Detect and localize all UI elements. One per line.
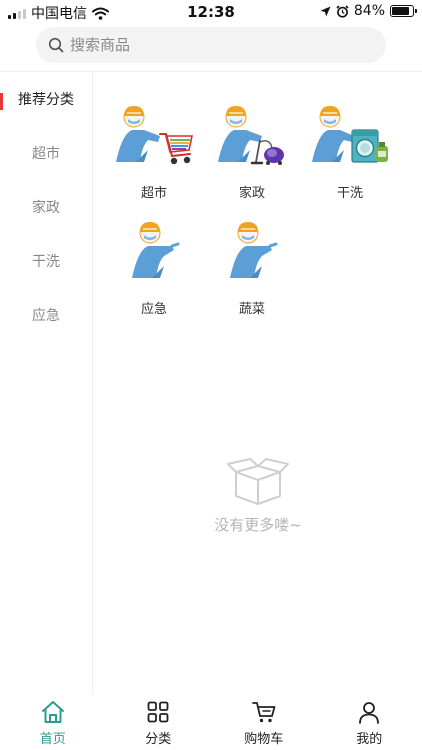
delivery-person-washer-icon: [312, 106, 388, 163]
sidebar-item-label: 应急: [32, 308, 60, 324]
battery-level: [392, 7, 409, 15]
category-item-vegetables[interactable]: 蔬菜: [203, 216, 301, 332]
tab-label: 购物车: [244, 732, 284, 747]
status-right: 84%: [320, 3, 417, 19]
sidebar-item-label: 超市: [32, 146, 60, 162]
category-grid: 超市 家政 干洗 应急 蔬菜: [105, 100, 405, 332]
empty-state-text: 没有更多喽~: [214, 516, 302, 534]
category-label: 蔬菜: [238, 302, 265, 317]
category-item-emergency[interactable]: 应急: [105, 216, 203, 332]
search-input[interactable]: [70, 36, 360, 54]
sidebar-item-label: 推荐分类: [18, 92, 74, 108]
status-bar: 中国电信 12:38 84%: [0, 0, 422, 24]
category-label: 干洗: [336, 186, 363, 201]
alarm-clock-icon: [336, 4, 349, 18]
tab-cart[interactable]: 购物车: [211, 694, 317, 750]
category-label: 家政: [238, 186, 265, 201]
user-icon: [359, 702, 380, 724]
tab-category[interactable]: 分类: [106, 694, 212, 750]
category-sidebar: 推荐分类 超市 家政 干洗 应急: [0, 72, 93, 694]
tab-label: 首页: [39, 732, 66, 747]
category-content: 超市 家政 干洗 应急 蔬菜 没有更多喽~: [94, 72, 422, 694]
delivery-person-vacuum-icon: [218, 106, 284, 165]
empty-box-icon: [227, 458, 289, 505]
sidebar-item-label: 家政: [32, 200, 60, 216]
delivery-person-cart-icon: [116, 106, 193, 165]
search-icon: [48, 37, 64, 53]
delivery-person-icon: [230, 222, 278, 278]
bottom-tab-bar: 首页 分类 购物车 我的: [0, 694, 422, 750]
battery-percent: 84%: [353, 3, 385, 19]
cart-icon: [251, 702, 276, 723]
delivery-person-icon: [132, 222, 180, 278]
tab-profile[interactable]: 我的: [317, 694, 422, 750]
sidebar-item-label: 干洗: [32, 254, 60, 270]
category-item-housekeeping[interactable]: 家政: [203, 100, 301, 216]
location-arrow-icon: [320, 6, 331, 16]
home-icon: [41, 701, 64, 723]
empty-state: 没有更多喽~: [94, 458, 422, 535]
category-item-supermarket[interactable]: 超市: [105, 100, 203, 216]
sidebar-item-emergency[interactable]: 应急: [0, 288, 92, 342]
grid-icon: [147, 701, 169, 723]
tab-label: 我的: [356, 732, 383, 747]
category-item-dry-cleaning[interactable]: 干洗: [301, 100, 399, 216]
sidebar-item-dry-cleaning[interactable]: 干洗: [0, 234, 92, 288]
tab-home[interactable]: 首页: [0, 694, 106, 750]
sidebar-item-housekeeping[interactable]: 家政: [0, 180, 92, 234]
tab-label: 分类: [145, 732, 172, 747]
sidebar-item-supermarket[interactable]: 超市: [0, 126, 92, 180]
category-label: 应急: [140, 302, 167, 317]
search-bar[interactable]: [36, 27, 386, 63]
sidebar-item-recommended[interactable]: 推荐分类: [0, 72, 92, 126]
battery-icon: [390, 5, 417, 17]
category-label: 超市: [140, 186, 167, 201]
